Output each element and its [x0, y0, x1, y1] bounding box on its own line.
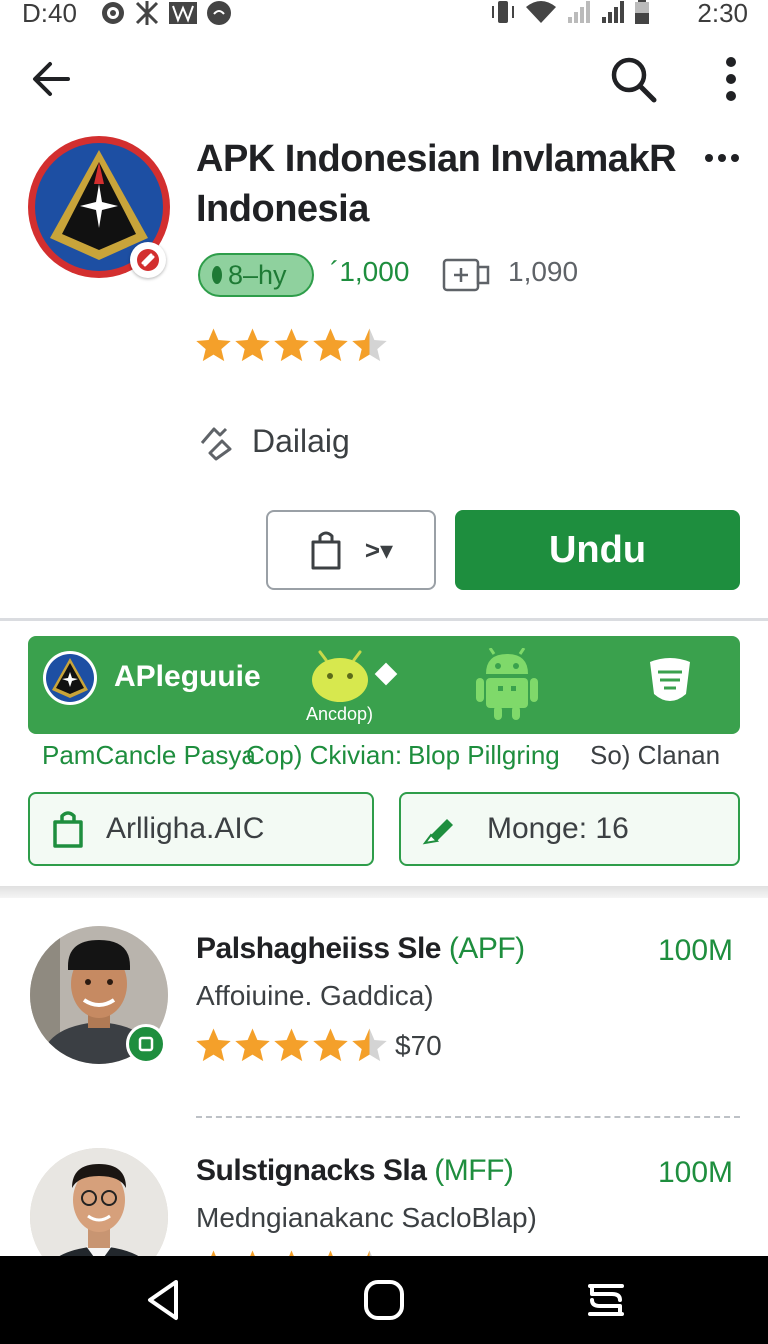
sparkle-icon	[135, 1, 159, 25]
square-icon	[138, 1036, 154, 1052]
arrow-left-icon[interactable]	[28, 56, 74, 102]
system-nav-bar	[0, 1256, 768, 1344]
leaf-icon	[212, 266, 222, 284]
section-divider	[0, 886, 768, 898]
nav-recents-icon[interactable]	[584, 1278, 628, 1322]
app-logo-small-icon	[43, 651, 97, 705]
signal-icon	[602, 1, 624, 23]
app-bar	[0, 40, 768, 120]
signal-icon	[568, 1, 590, 23]
list-separator	[196, 1116, 740, 1118]
list-item-subtitle: Affoiuine. Gaddica)	[196, 980, 434, 1011]
chat-icon	[207, 1, 231, 25]
pencil-icon	[422, 819, 453, 845]
device-icon	[442, 258, 490, 292]
list-item-subtitle: Medngianakanc SacloBlap)	[196, 1202, 537, 1233]
app-badge	[130, 242, 166, 278]
star-icon	[274, 1028, 309, 1062]
list-item-name: Palshagheiiss Sle	[196, 932, 441, 965]
list-item-tag: (MFF)	[434, 1154, 514, 1187]
bag-icon	[311, 531, 341, 570]
reviews-stat: 1,090	[508, 256, 579, 287]
secondary-button-label: >▾	[364, 534, 394, 565]
list-item-count: 100M	[658, 1156, 734, 1189]
banner-title: APleguuie	[114, 660, 261, 693]
more-horizontal-icon[interactable]	[704, 140, 740, 176]
star-icon	[196, 328, 231, 362]
category-item[interactable]: Blop Pillgring	[408, 740, 560, 771]
category-item[interactable]: PamCancle Pasya	[42, 740, 256, 771]
android-caption: Ancdop)	[306, 704, 374, 724]
star-icon	[352, 328, 387, 362]
star-icon	[313, 1028, 348, 1062]
list-item-count: 100M	[658, 934, 734, 967]
tag-label: 8–hy	[228, 259, 287, 290]
status-icons-right	[490, 0, 650, 25]
category-item[interactable]: Cop) Ckivian:	[246, 740, 402, 771]
star-icon	[352, 1028, 387, 1062]
category-row: PamCancle Pasya Cop) Ckivian: Blop Pillg…	[0, 740, 768, 776]
nav-back-icon[interactable]	[142, 1278, 186, 1322]
list-item-title: Palshagheiiss Sle (APF)	[196, 932, 525, 966]
vibrate-icon	[492, 1, 514, 23]
share-arrows-icon	[200, 427, 232, 461]
list-item[interactable]: Palshagheiiss Sle (APF) 100M Affoiuine. …	[0, 926, 768, 1076]
app-rating-stars	[194, 326, 389, 365]
dialog-label: Dailaig	[252, 422, 350, 459]
app-title: APK Indonesian InvlamakR Indonesia	[196, 138, 677, 230]
app-icon	[26, 134, 172, 280]
search-icon[interactable]	[608, 54, 658, 104]
android-robot-icon	[476, 648, 538, 720]
battery-icon	[635, 0, 649, 24]
wifi-icon	[526, 1, 556, 23]
list-item-tag: (APF)	[448, 932, 525, 965]
list-item-stars	[194, 1026, 389, 1065]
android-yellow-icon	[312, 650, 368, 702]
info-box-pencil[interactable]: Monge: 16	[399, 792, 740, 866]
dialog-row[interactable]: Dailaig	[196, 418, 350, 464]
status-time-right: 2:30	[697, 0, 748, 28]
wallet-icon	[169, 2, 197, 24]
nav-home-icon[interactable]	[362, 1278, 406, 1322]
feature-banner[interactable]: APleguuie Ancdop)	[28, 636, 740, 734]
more-vertical-icon[interactable]	[716, 54, 746, 104]
target-icon	[102, 2, 124, 24]
info-box-bag[interactable]: Arlligha.AIC	[28, 792, 374, 866]
star-icon	[235, 328, 270, 362]
star-icon	[235, 1028, 270, 1062]
wishlist-button[interactable]: >▾	[266, 510, 436, 590]
downloads-stat: ´1,000	[330, 256, 410, 287]
link-icon	[137, 249, 159, 271]
verified-badge	[126, 1024, 166, 1064]
diamond-icon	[374, 662, 398, 686]
category-item[interactable]: So) Clanan	[590, 740, 720, 771]
star-icon	[196, 1028, 231, 1062]
list-item-price: $70	[395, 1029, 442, 1061]
status-icons-left	[100, 0, 232, 26]
list-item-rating-row: $70	[194, 1026, 442, 1065]
info-box-label: Arlligha.AIC	[106, 812, 265, 845]
list-item-title: Sulstignacks Sla (MFF)	[196, 1154, 514, 1188]
status-bar: D:40 2:30	[0, 0, 768, 28]
age-tag-pill: 8–hy	[198, 253, 314, 297]
star-icon	[274, 328, 309, 362]
list-item-name: Sulstignacks Sla	[196, 1154, 427, 1187]
bag-icon	[53, 811, 83, 848]
section-divider	[0, 618, 768, 621]
status-time-left: D:40	[22, 0, 77, 28]
shield-icon	[650, 658, 690, 701]
install-button[interactable]: Undu	[455, 510, 740, 590]
info-box-label: Monge: 16	[487, 812, 629, 845]
star-icon	[313, 328, 348, 362]
